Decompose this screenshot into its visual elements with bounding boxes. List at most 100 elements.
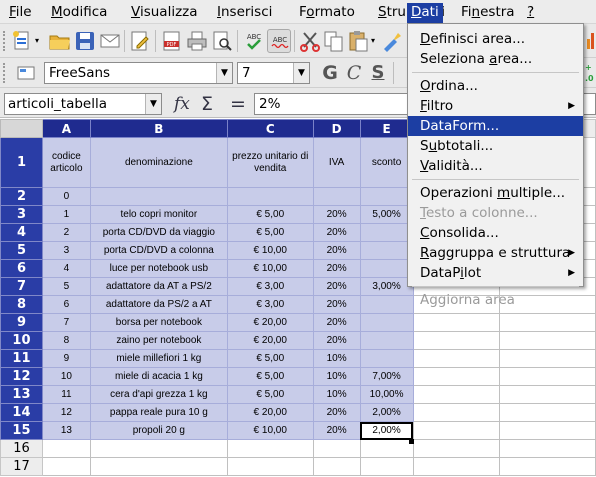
- cell-a[interactable]: 6: [41, 295, 91, 314]
- cell-c[interactable]: € 10,00: [226, 259, 314, 278]
- row-header[interactable]: 17: [0, 457, 43, 476]
- menu-item-consolida[interactable]: Consolida...: [408, 223, 583, 243]
- cell-e[interactable]: 5,00%: [359, 205, 414, 224]
- cell-a[interactable]: 3: [41, 241, 91, 260]
- export-pdf-icon[interactable]: PDF: [160, 29, 184, 53]
- toolbar-grip[interactable]: [3, 63, 7, 83]
- cell-b[interactable]: luce per notebook usb: [89, 259, 228, 278]
- cell-b[interactable]: porta CD/DVD da viaggio: [89, 223, 228, 242]
- cell-e[interactable]: [359, 349, 414, 368]
- cell-b[interactable]: porta CD/DVD a colonna: [89, 241, 228, 260]
- cell-c[interactable]: € 3,00: [226, 277, 314, 296]
- cell-b[interactable]: [89, 187, 228, 206]
- cell-b[interactable]: pappa reale pura 10 g: [89, 403, 228, 422]
- row-header[interactable]: 1: [0, 137, 43, 188]
- cell-b[interactable]: telo copri monitor: [89, 205, 228, 224]
- cell-b[interactable]: borsa per notebook: [89, 313, 228, 332]
- cell-c[interactable]: € 3,00: [226, 295, 314, 314]
- cell-a[interactable]: 2: [41, 223, 91, 242]
- copy-icon[interactable]: [322, 29, 346, 53]
- cell-c[interactable]: [226, 457, 314, 476]
- menu-item-operazioni-multiple[interactable]: Operazioni multiple...: [408, 183, 583, 203]
- column-header-e[interactable]: E: [359, 119, 414, 138]
- cell-c[interactable]: [226, 439, 314, 458]
- cell-e[interactable]: 10,00%: [359, 385, 414, 404]
- menu-item-definisci-area[interactable]: Definisci area...: [408, 29, 583, 49]
- cell-c[interactable]: € 5,00: [226, 349, 314, 368]
- row-header[interactable]: 10: [0, 331, 43, 350]
- chevron-down-icon[interactable]: ▼: [216, 63, 232, 83]
- cell-c[interactable]: € 20,00: [226, 403, 314, 422]
- chevron-down-icon[interactable]: ▼: [293, 63, 309, 83]
- column-header-a[interactable]: A: [41, 119, 91, 138]
- cell-a[interactable]: 0: [41, 187, 91, 206]
- cell-empty[interactable]: [412, 403, 501, 422]
- print-icon[interactable]: [185, 29, 209, 53]
- cell-d[interactable]: 10%: [312, 349, 361, 368]
- cell-c[interactable]: € 20,00: [226, 313, 314, 332]
- menu-item-datapilot[interactable]: DataPilot ▶: [408, 263, 583, 283]
- cell-c[interactable]: € 10,00: [226, 241, 314, 260]
- menu-modifica[interactable]: Modifica: [47, 4, 111, 22]
- chart-icon[interactable]: [586, 29, 596, 51]
- cell-empty[interactable]: [412, 349, 501, 368]
- cell-c[interactable]: € 10,00: [226, 421, 314, 440]
- cell-empty[interactable]: [499, 421, 596, 440]
- cell-empty[interactable]: [412, 439, 501, 458]
- cell-a[interactable]: 13: [41, 421, 91, 440]
- row-header[interactable]: 11: [0, 349, 43, 368]
- cell-a[interactable]: 4: [41, 259, 91, 278]
- cell-b[interactable]: cera d'api grezza 1 kg: [89, 385, 228, 404]
- sum-icon[interactable]: Σ: [201, 93, 213, 115]
- clone-formatting-icon[interactable]: [380, 29, 404, 53]
- cell-e[interactable]: [359, 295, 414, 314]
- cell-c[interactable]: prezzo unitario di vendita: [226, 137, 314, 188]
- cell-c[interactable]: € 5,00: [226, 205, 314, 224]
- cell-a[interactable]: 1: [41, 205, 91, 224]
- menu-file[interactable]: File: [5, 4, 36, 22]
- menu-item-dataform[interactable]: DataForm...: [408, 116, 583, 136]
- cell-a[interactable]: 9: [41, 349, 91, 368]
- cell-e[interactable]: [359, 259, 414, 278]
- cell-d[interactable]: 20%: [312, 241, 361, 260]
- cell-e[interactable]: [359, 241, 414, 260]
- cell-d[interactable]: 10%: [312, 385, 361, 404]
- cell-b[interactable]: propoli 20 g: [89, 421, 228, 440]
- cell-e[interactable]: 2,00%: [359, 421, 414, 440]
- menu-item-raggruppa-e-struttura[interactable]: Raggruppa e struttura ▶: [408, 243, 583, 263]
- column-header-d[interactable]: D: [312, 119, 361, 138]
- row-header[interactable]: 6: [0, 259, 43, 278]
- paste-dropdown-icon[interactable]: ▾: [368, 29, 378, 53]
- paste-icon[interactable]: [346, 29, 370, 53]
- cell-e[interactable]: sconto: [359, 137, 414, 188]
- row-header[interactable]: 9: [0, 313, 43, 332]
- cell-b[interactable]: denominazione: [89, 137, 228, 188]
- row-header[interactable]: 16: [0, 439, 43, 458]
- equals-icon[interactable]: =: [230, 93, 246, 115]
- cell-a[interactable]: [41, 439, 91, 458]
- save-icon[interactable]: [73, 29, 97, 53]
- bold-button[interactable]: G: [318, 61, 342, 85]
- spellcheck-icon[interactable]: ABC: [242, 29, 266, 53]
- cell-a[interactable]: 8: [41, 331, 91, 350]
- cell-a[interactable]: 10: [41, 367, 91, 386]
- page-preview-icon[interactable]: [210, 29, 234, 53]
- row-header[interactable]: 14: [0, 403, 43, 422]
- cell-d[interactable]: [312, 439, 361, 458]
- cell-empty[interactable]: [499, 439, 596, 458]
- cell-d[interactable]: [312, 457, 361, 476]
- cell-c[interactable]: € 20,00: [226, 331, 314, 350]
- cell-b[interactable]: adattatore da PS/2 a AT: [89, 295, 228, 314]
- cell-e[interactable]: [359, 223, 414, 242]
- cell-e[interactable]: [359, 457, 414, 476]
- cell-empty[interactable]: [412, 367, 501, 386]
- menu-item-filtro[interactable]: Filtro ▶: [408, 96, 583, 116]
- new-dropdown-icon[interactable]: ▾: [32, 29, 42, 53]
- row-header[interactable]: 4: [0, 223, 43, 242]
- cell-empty[interactable]: [499, 457, 596, 476]
- menu-item-ordina[interactable]: Ordina...: [408, 76, 583, 96]
- row-header[interactable]: 8: [0, 295, 43, 314]
- cell-empty[interactable]: [412, 421, 501, 440]
- cell-b[interactable]: miele millefiori 1 kg: [89, 349, 228, 368]
- cell-a[interactable]: 11: [41, 385, 91, 404]
